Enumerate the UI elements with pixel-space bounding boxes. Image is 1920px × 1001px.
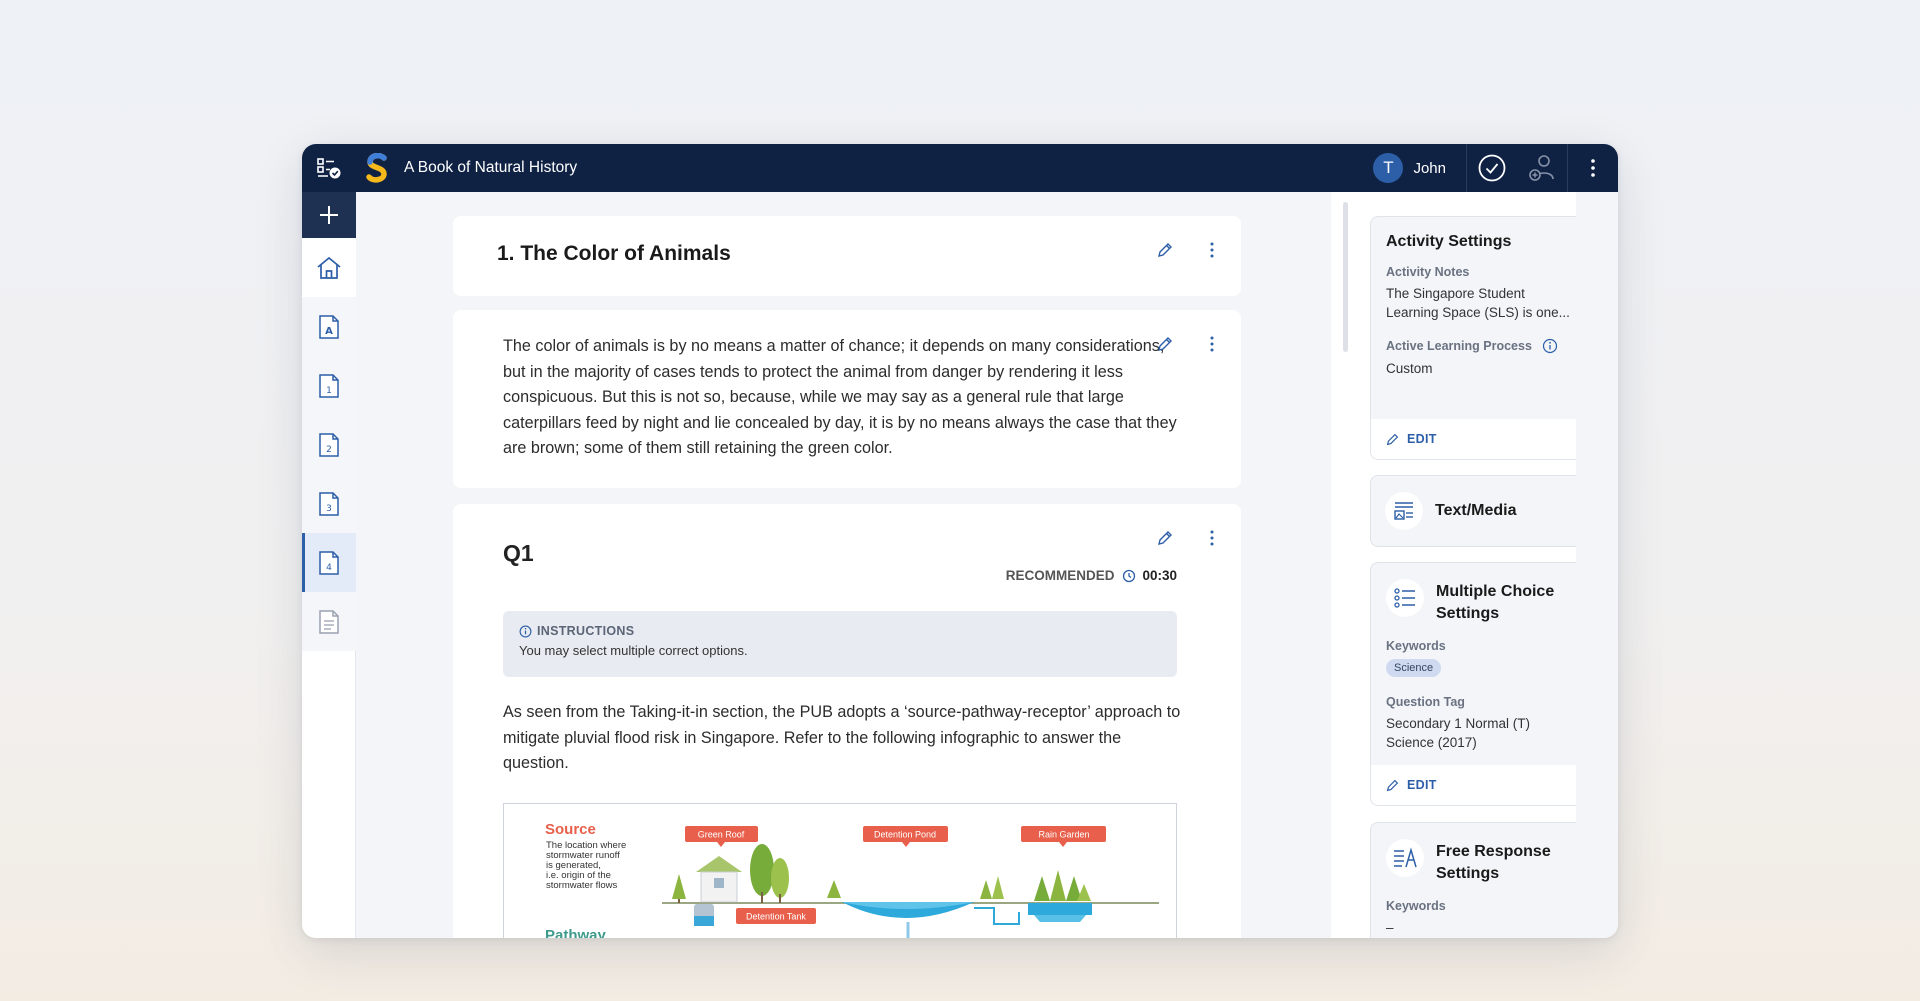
activity-edit-button[interactable]: EDIT [1371,419,1576,459]
edit-pencil-icon[interactable] [1155,528,1175,548]
sls-logo-icon[interactable] [362,144,392,192]
more-vertical-icon[interactable] [1202,334,1222,354]
sidebar-item-page-3[interactable]: 3 [302,474,356,533]
edit-pencil-icon [1386,433,1399,445]
avatar[interactable]: T [1373,153,1404,183]
sidebar-item-page-1[interactable]: 1 [302,356,356,415]
info-icon[interactable] [1542,338,1558,354]
activity-settings-title: Activity Settings [1386,233,1512,250]
document-icon [319,609,339,634]
right-panel: Activity Settings Activity Notes The Sin… [1349,192,1576,938]
tag-detention-pond: Detention Pond [874,830,936,840]
tag-green-roof: Green Roof [698,830,745,840]
keywords-label: Keywords [1386,639,1446,653]
top-bar: A Book of Natural History T John [302,144,1618,192]
multiple-choice-settings-card: Multiple Choice Settings Keywords Scienc… [1370,562,1576,806]
activity-settings-card: Activity Settings Activity Notes The Sin… [1370,216,1576,460]
free-response-icon [1386,839,1424,877]
question-card: Q1 RECOMMENDED 00:30 INSTRUCTIONS You ma… [453,504,1241,938]
text-media-icon [1385,492,1423,530]
tag-rain-garden: Rain Garden [1038,830,1089,840]
instructions-box: INSTRUCTIONS You may select multiple cor… [503,611,1177,677]
text-media-title: Text/Media [1435,502,1517,519]
edit-label: EDIT [1407,778,1437,792]
user-name[interactable]: John [1413,160,1446,177]
active-learning-label: Active Learning Process [1386,339,1532,353]
section-title: 1. The Color of Animals [497,242,731,265]
clock-icon [1123,569,1136,582]
recommended-label: RECOMMENDED [1005,568,1115,583]
free-response-title: Settings [1436,865,1500,882]
page-title: A Book of Natural History [404,159,578,176]
active-learning-value: Custom [1386,361,1433,376]
activity-notes-line: The Singapore Student [1386,286,1525,301]
question-text: As seen from the Taking-it-in section, t… [503,703,1181,773]
infographic-source-title: Source [545,821,596,838]
home-icon [317,256,341,279]
scroll-thumb[interactable] [1343,202,1348,352]
edit-pencil-icon[interactable] [1155,240,1175,260]
keyword-chip[interactable]: Science [1386,659,1442,677]
svg-text:1: 1 [326,386,332,396]
more-vertical-icon[interactable] [1202,528,1222,548]
svg-text:3: 3 [326,504,332,514]
page-1-icon: 1 [319,373,339,398]
free-response-settings-card: Free Response Settings Keywords – [1370,822,1576,938]
question-tag-label: Question Tag [1386,695,1465,709]
free-response-title: Free Response [1436,843,1551,860]
plus-icon [320,206,338,224]
sidebar-item-home[interactable] [302,238,356,297]
text-media-card[interactable]: Text/Media [1370,475,1576,547]
infographic-image: Source The location where stormwater run… [503,803,1177,938]
sidebar-item-page-4[interactable]: 4 [302,533,356,592]
question-tag-line: Secondary 1 Normal (T) [1386,716,1531,731]
app-window: A Book of Natural History T John A 1 2 3… [302,144,1618,938]
page-a-icon: A [319,314,339,339]
apps-checklist-icon[interactable] [302,144,356,192]
svg-text:2: 2 [326,445,332,455]
question-title: Q1 [503,540,534,566]
infographic-source-desc: stormwater flows [546,880,618,891]
sidebar-item-notes[interactable] [302,592,356,651]
info-icon [519,625,532,637]
check-circle-icon[interactable] [1467,144,1517,192]
mcq-settings-title: Settings [1436,605,1500,622]
text-card: The color of animals is by no means a ma… [453,310,1241,488]
infographic-pathway-title: Pathway [545,927,607,938]
recommended-time-value: 00:30 [1142,568,1177,583]
edit-pencil-icon[interactable] [1155,334,1175,354]
sidebar-item-page-a[interactable]: A [302,297,356,356]
keywords-label: Keywords [1386,899,1446,913]
more-vertical-icon[interactable] [1202,240,1222,260]
sidebar-item-page-2[interactable]: 2 [302,415,356,474]
left-nav: A 1 2 3 4 [302,192,356,938]
add-button[interactable] [302,192,356,238]
section-title-card: 1. The Color of Animals [453,216,1241,296]
activity-notes-label: Activity Notes [1386,265,1470,279]
recommended-time: RECOMMENDED 00:30 [1006,568,1177,583]
instructions-text: You may select multiple correct options. [519,643,748,658]
activity-notes-line: Learning Space (SLS) is one... [1386,305,1570,320]
keywords-value: – [1386,920,1394,935]
mcq-edit-button[interactable]: EDIT [1371,765,1576,805]
page-4-icon: 4 [319,550,339,575]
svg-text:A: A [325,326,333,337]
instructions-heading: INSTRUCTIONS [537,624,635,638]
question-tag-line: Science (2017) [1386,735,1477,750]
tag-detention-tank: Detention Tank [746,912,806,922]
mcq-settings-title: Multiple Choice [1436,583,1555,600]
more-vertical-icon[interactable] [1568,144,1618,192]
list-icon [1386,579,1424,617]
edit-label: EDIT [1407,432,1437,446]
svg-text:4: 4 [326,563,332,573]
right-gutter [1576,192,1618,938]
page-2-icon: 2 [319,432,339,457]
edit-pencil-icon [1386,779,1399,791]
main-content[interactable]: 1. The Color of Animals The color of ani… [356,192,1331,938]
paragraph-text: The color of animals is by no means a ma… [503,337,1177,458]
page-3-icon: 3 [319,491,339,516]
add-collaborator-icon[interactable] [1517,144,1567,192]
